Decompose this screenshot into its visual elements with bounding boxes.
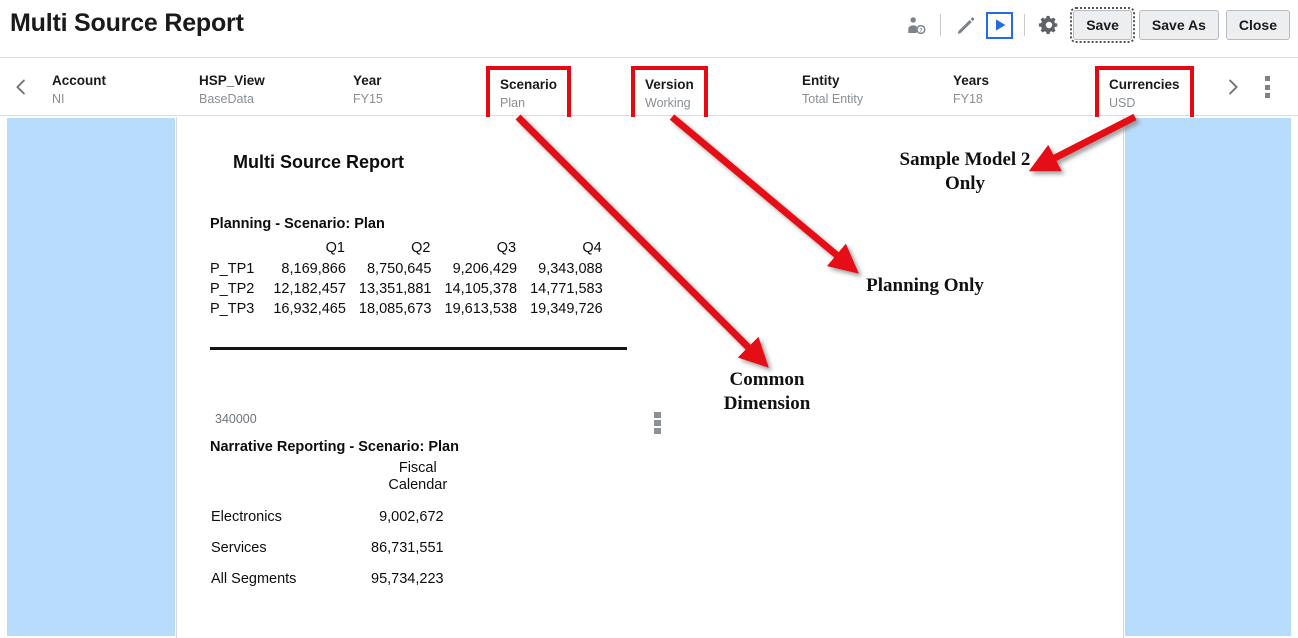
corner-cell xyxy=(210,237,260,259)
pov-dimension-name: Account xyxy=(52,73,106,88)
table-header-row: Fiscal Calendar xyxy=(210,460,466,502)
row-header: P_TP1 xyxy=(210,261,255,277)
planning-grid-heading: Planning - Scenario: Plan xyxy=(210,216,385,232)
close-button[interactable]: Close xyxy=(1225,10,1290,40)
pov-item-scenario[interactable]: Scenario Plan xyxy=(486,66,572,122)
pov-dimension-name: HSP_View xyxy=(199,73,265,88)
pov-dimension-name: Entity xyxy=(802,73,840,88)
pov-dimension-value: Working xyxy=(645,96,691,110)
planning-grid[interactable]: Q1 Q2 Q3 Q4 P_TP1 8,169,866 8,750,645 9,… xyxy=(210,237,603,319)
pov-item-entity[interactable]: Entity Total Entity xyxy=(796,68,869,112)
data-cell[interactable]: 9,343,088 xyxy=(517,259,603,279)
table-row[interactable]: P_TP1 8,169,866 8,750,645 9,206,429 9,34… xyxy=(210,259,603,279)
column-header: Fiscal Calendar xyxy=(388,460,448,493)
account-code-label: 340000 xyxy=(215,412,257,426)
save-as-button[interactable]: Save As xyxy=(1138,10,1219,40)
data-cell[interactable]: 19,613,538 xyxy=(432,299,518,319)
column-header: Q1 xyxy=(325,240,345,256)
data-cell[interactable]: 95,734,223 xyxy=(370,564,466,595)
table-row[interactable]: Electronics 9,002,672 xyxy=(210,502,466,533)
report-canvas: Multi Source Report Planning - Scenario:… xyxy=(0,117,1298,638)
left-side-panel xyxy=(7,118,175,636)
svg-text:?: ? xyxy=(919,27,923,33)
pov-dimension-name: Currencies xyxy=(1109,77,1180,92)
table-header-row: Q1 Q2 Q3 Q4 xyxy=(210,237,603,259)
row-header: P_TP2 xyxy=(210,281,255,297)
pov-dimension-name: Version xyxy=(645,77,694,92)
pov-item-hsp-view[interactable]: HSP_View BaseData xyxy=(193,68,271,112)
table-row[interactable]: P_TP2 12,182,457 13,351,881 14,105,378 1… xyxy=(210,279,603,299)
data-cell[interactable]: 14,771,583 xyxy=(517,279,603,299)
pov-dimension-value: NI xyxy=(52,92,65,106)
data-cell[interactable]: 19,349,726 xyxy=(517,299,603,319)
overflow-menu-icon[interactable] xyxy=(1258,74,1276,100)
pov-item-version[interactable]: Version Working xyxy=(631,66,708,122)
pov-dimension-value: USD xyxy=(1109,96,1136,110)
data-cell[interactable]: 9,002,672 xyxy=(370,502,466,533)
pov-dimension-value: BaseData xyxy=(199,92,254,106)
report-title: Multi Source Report xyxy=(233,152,405,172)
column-header: Q2 xyxy=(411,240,431,256)
data-cell[interactable]: 18,085,673 xyxy=(346,299,432,319)
row-header: All Segments xyxy=(211,571,297,587)
pov-dimension-name: Years xyxy=(953,73,990,88)
row-header: Services xyxy=(211,540,267,556)
section-divider xyxy=(210,347,627,350)
pov-dimension-name: Scenario xyxy=(500,77,558,92)
pov-item-year[interactable]: Year FY15 xyxy=(347,68,389,112)
table-row[interactable]: All Segments 95,734,223 xyxy=(210,564,466,595)
narrative-grid-heading: Narrative Reporting - Scenario: Plan xyxy=(210,439,459,455)
application-header: Multi Source Report ? Save Save As Close xyxy=(0,0,1298,52)
data-cell[interactable]: 16,932,465 xyxy=(260,299,346,319)
play-icon[interactable] xyxy=(986,11,1014,39)
corner-cell xyxy=(210,460,370,502)
data-cell[interactable]: 14,105,378 xyxy=(432,279,518,299)
column-header: Q3 xyxy=(496,240,517,256)
pov-item-account[interactable]: Account NI xyxy=(46,68,112,112)
data-cell[interactable]: 9,206,429 xyxy=(432,259,518,279)
user-help-icon[interactable]: ? xyxy=(899,8,933,42)
row-header: Electronics xyxy=(211,509,282,525)
save-button[interactable]: Save xyxy=(1070,7,1135,43)
overflow-menu-icon[interactable] xyxy=(654,412,664,434)
column-header: Q4 xyxy=(582,240,602,256)
report-designer-window: Multi Source Report ? Save Save As Close… xyxy=(0,0,1298,638)
pov-dimension-value: FY15 xyxy=(353,92,383,106)
data-cell[interactable]: 12,182,457 xyxy=(260,279,346,299)
table-row[interactable]: Services 86,731,551 xyxy=(210,533,466,564)
pov-dimension-value: Total Entity xyxy=(802,92,864,106)
header-toolbar: ? Save Save As Close xyxy=(899,5,1290,45)
toolbar-divider-1 xyxy=(940,14,942,36)
table-row[interactable]: P_TP3 16,932,465 18,085,673 19,613,538 1… xyxy=(210,299,603,319)
pov-dimension-bar: Account NI HSP_View BaseData Year FY15 S… xyxy=(0,57,1298,122)
pov-dimension-value: FY18 xyxy=(953,92,983,106)
narrative-grid[interactable]: Fiscal Calendar Electronics 9,002,672 Se… xyxy=(210,460,466,595)
edit-pencil-icon[interactable] xyxy=(948,8,982,42)
row-header: P_TP3 xyxy=(210,301,255,317)
pov-item-currencies[interactable]: Currencies USD xyxy=(1095,66,1194,122)
pov-dimension-name: Year xyxy=(353,73,382,88)
chevron-right-icon[interactable] xyxy=(1218,72,1248,102)
data-cell[interactable]: 8,750,645 xyxy=(346,259,432,279)
toolbar-divider-2 xyxy=(1024,14,1026,36)
pov-dimension-value: Plan xyxy=(500,96,526,110)
chevron-left-icon[interactable] xyxy=(6,72,36,102)
page-title: Multi Source Report xyxy=(10,9,244,37)
right-side-panel xyxy=(1125,118,1291,636)
pov-item-years[interactable]: Years FY18 xyxy=(947,68,995,112)
report-document: Multi Source Report Planning - Scenario:… xyxy=(176,117,1124,638)
gear-icon[interactable] xyxy=(1032,8,1066,42)
data-cell[interactable]: 13,351,881 xyxy=(346,279,432,299)
data-cell[interactable]: 86,731,551 xyxy=(370,533,466,564)
data-cell[interactable]: 8,169,866 xyxy=(260,259,346,279)
